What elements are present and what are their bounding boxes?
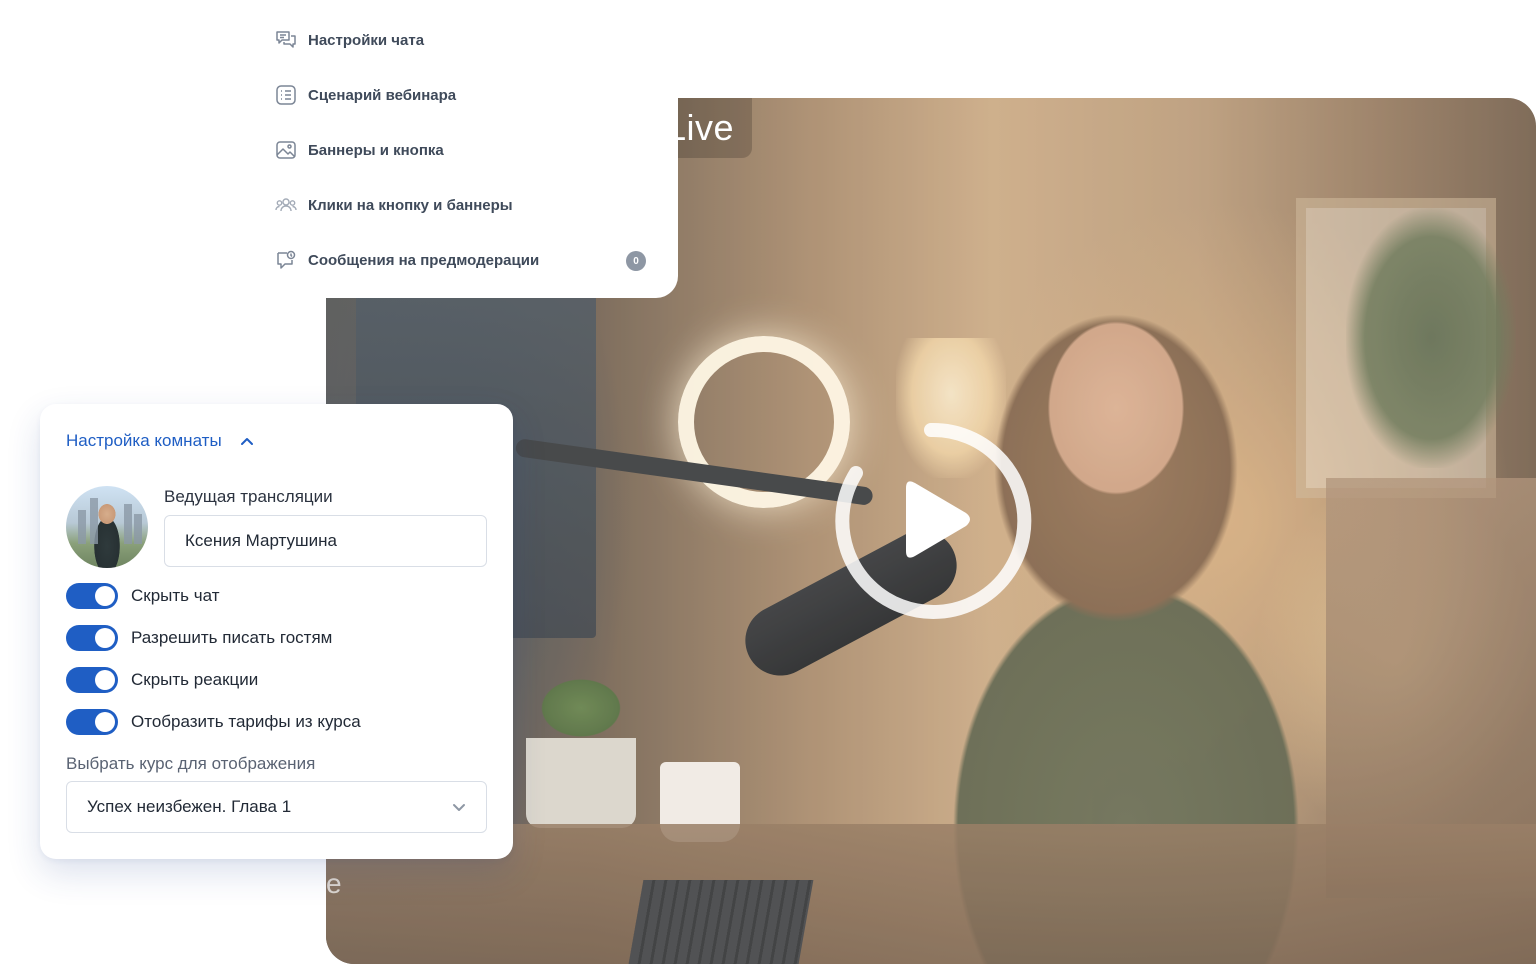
room-settings-panel: Настройка комнаты Ведущая трансляции Скр… <box>40 404 513 859</box>
toggle-row-hide-chat: Скрыть чат <box>66 583 219 609</box>
menu-item-label: Баннеры и кнопка <box>308 141 444 159</box>
room-settings-title: Настройка комнаты <box>66 431 222 450</box>
play-icon <box>835 422 1032 619</box>
host-label: Ведущая трансляции <box>164 487 333 506</box>
toggle-label: Отобразить тарифы из курса <box>131 712 361 731</box>
faded-caption: e <box>326 868 342 899</box>
settings-menu: Настройки чата Сценарий вебинара Баннеры… <box>248 0 678 298</box>
menu-item-label: Сообщения на предмодерации <box>308 251 540 269</box>
menu-item-banners[interactable]: Баннеры и кнопка <box>274 135 444 165</box>
menu-item-webinar-script[interactable]: Сценарий вебинара <box>274 80 456 110</box>
host-avatar[interactable] <box>66 486 148 568</box>
menu-item-label: Клики на кнопку и баннеры <box>308 196 513 214</box>
show-tariffs-toggle[interactable] <box>66 709 118 735</box>
toggle-row-show-tariffs: Отобразить тарифы из курса <box>66 709 361 735</box>
toggle-label: Скрыть чат <box>131 586 220 605</box>
toggle-row-allow-guests: Разрешить писать гостям <box>66 625 332 651</box>
menu-item-label: Настройки чата <box>308 31 425 49</box>
toggle-row-hide-reactions: Скрыть реакции <box>66 667 258 693</box>
host-name-input[interactable] <box>164 515 487 567</box>
list-icon <box>274 83 298 107</box>
live-badge: Live <box>666 98 753 158</box>
play-button[interactable] <box>826 416 1036 626</box>
menu-item-premoderation[interactable]: Сообщения на предмодерации <box>274 245 539 275</box>
course-select-label: Выбрать курс для отображения <box>66 754 316 773</box>
course-select[interactable]: Успех неизбежен. Глава 1 <box>66 781 487 833</box>
moderation-chat-icon <box>274 248 298 272</box>
image-icon <box>274 138 298 162</box>
allow-guests-toggle[interactable] <box>66 625 118 651</box>
menu-item-chat-settings[interactable]: Настройки чата <box>274 25 424 55</box>
chevron-down-icon <box>453 804 465 811</box>
menu-item-label: Сценарий вебинара <box>308 86 457 104</box>
course-select-value: Успех неизбежен. Глава 1 <box>87 797 292 816</box>
chevron-up-icon <box>240 438 253 445</box>
menu-item-button-clicks[interactable]: Клики на кнопку и баннеры <box>274 190 513 220</box>
toggle-label: Разрешить писать гостям <box>131 628 333 647</box>
users-icon <box>274 193 298 217</box>
chat-bubbles-icon <box>274 28 298 52</box>
room-settings-toggle[interactable]: Настройка комнаты <box>66 431 254 451</box>
hide-chat-toggle[interactable] <box>66 583 118 609</box>
premoderation-count-badge: 0 <box>626 251 646 271</box>
toggle-label: Скрыть реакции <box>131 670 259 689</box>
hide-reactions-toggle[interactable] <box>66 667 118 693</box>
